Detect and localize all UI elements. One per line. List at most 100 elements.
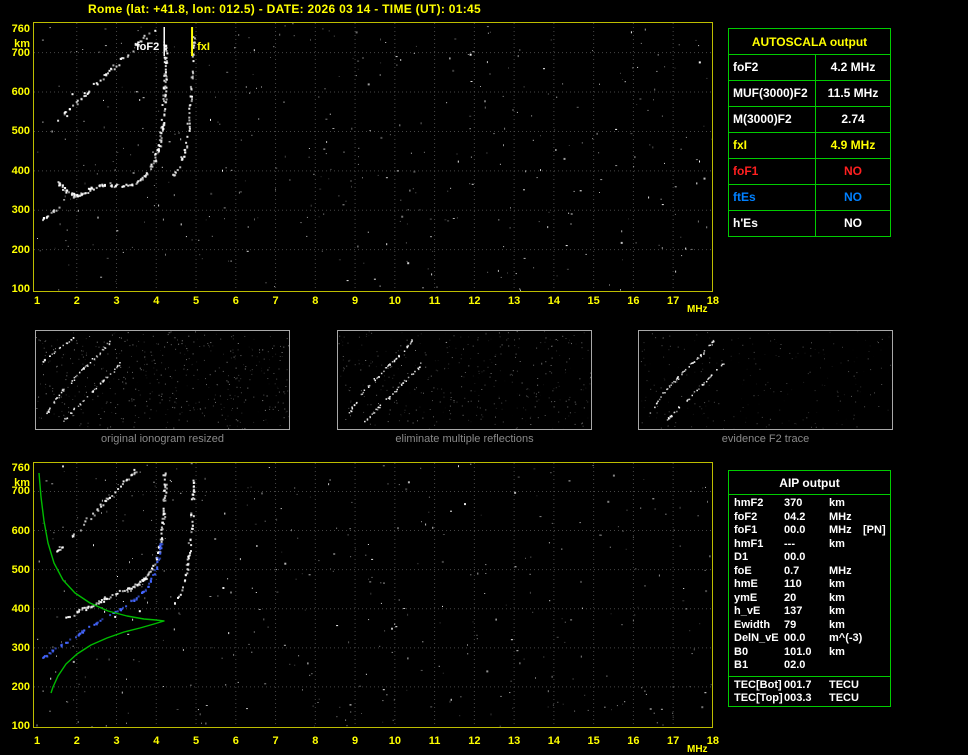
autoscala-param-label: M(3000)F2 — [729, 107, 816, 132]
aip-param-label: B1 — [734, 659, 749, 671]
aip-param-label: DelN_vE — [734, 632, 779, 644]
x-axis-tick: 12 — [468, 735, 481, 747]
autoscala-param-label: ftEs — [729, 185, 816, 210]
x-axis-tick: 14 — [547, 295, 560, 307]
x-axis-tick: 14 — [547, 735, 560, 747]
autoscala-param-value: NO — [844, 216, 862, 230]
x-axis-tick: 11 — [428, 735, 441, 747]
aip-row: foF2 04.2 MHz — [729, 511, 890, 525]
aip-row: foE 0.7 MHz — [729, 565, 890, 579]
aip-row: Ewidth 79 km — [729, 619, 890, 633]
aip-param-value: 02.0 — [784, 659, 806, 671]
thumbnail-evidence-f2 — [638, 330, 893, 430]
aip-param-label: hmF2 — [734, 497, 764, 509]
aip-row: ymE 20 km — [729, 592, 890, 606]
aip-param-unit: TECU — [829, 692, 859, 704]
y-axis-tick: 100 — [11, 283, 30, 295]
x-axis-tick: 15 — [587, 735, 600, 747]
y-axis-tick: 100 — [11, 720, 30, 732]
aip-param-value: 04.2 — [784, 510, 806, 523]
aip-param-label: foE — [734, 564, 752, 577]
thumbnail-caption-eliminate: eliminate multiple reflections — [395, 433, 534, 445]
x-axis-tick: 4 — [153, 735, 160, 747]
aip-row: B0 101.0 km — [729, 646, 890, 660]
autoscala-panel: AUTOSCALA output foF2 4.2 MHz MUF(3000)F2 1… — [728, 28, 891, 237]
x-axis-tick: 1 — [33, 295, 41, 307]
x-axis-tick: 5 — [192, 295, 200, 307]
aip-param-unit — [829, 551, 863, 565]
y-axis-tick: 500 — [11, 125, 30, 138]
y-axis-tick: 600 — [11, 86, 30, 99]
x-axis-tick: 16 — [627, 295, 640, 307]
aip-param-value: 79 — [784, 618, 797, 631]
page-title: Rome (lat: +41.8, lon: 012.5) - DATE: 20… — [88, 2, 481, 16]
aip-param-unit: km — [829, 618, 845, 631]
y-axis-tick: 600 — [11, 524, 30, 537]
aip-param-label: hmE — [734, 578, 758, 590]
autoscala-row: foF1 NO — [729, 159, 890, 185]
aip-param-value: 370 — [784, 497, 803, 509]
aip-row: DelN_vE 00.0 m^(-3) — [729, 632, 890, 646]
y-axis-tick: 300 — [11, 641, 30, 654]
aip-param-label: foF2 — [734, 510, 758, 523]
aip-row: B1 02.0 — [729, 659, 890, 673]
x-axis-tick: 5 — [192, 735, 200, 747]
y-axis-tick: 760 — [11, 462, 30, 474]
aip-param-unit: TECU — [829, 678, 859, 691]
aip-tec-rows: TEC[Bot] 001.7 TECU TEC[Top] 003.3 TECU — [729, 675, 890, 706]
aip-param-value: 101.0 — [784, 645, 812, 658]
aip-param-value: 001.7 — [784, 678, 812, 691]
aip-param-unit: km — [829, 591, 845, 604]
ionogram-profile-plot — [33, 462, 713, 728]
x-axis-tick: 1 — [33, 735, 41, 747]
x-axis-tick: 13 — [507, 735, 521, 747]
thumbnail-original-canvas — [36, 331, 289, 429]
aip-param-unit: km — [829, 645, 845, 658]
x-axis-tick: 2 — [73, 295, 80, 307]
y-axis-tick: 500 — [11, 563, 30, 576]
aip-param-unit: km — [829, 605, 845, 617]
aip-param-label: B0 — [734, 645, 749, 658]
aip-param-label: ymE — [734, 591, 758, 604]
aip-param-value: 137 — [784, 605, 803, 617]
x-axis-unit: MHz — [687, 304, 708, 315]
autoscala-row: fxI 4.9 MHz — [729, 133, 890, 159]
x-axis-tick: 8 — [312, 735, 319, 747]
autoscala-header: AUTOSCALA output — [729, 29, 890, 55]
aip-param-unit: MHz — [829, 564, 852, 577]
aip-param-value: 00.0 — [784, 632, 806, 644]
y-axis-tick: 400 — [11, 164, 30, 177]
aip-param-unit: MHz — [829, 510, 852, 523]
x-axis-tick: 13 — [507, 295, 521, 307]
autoscala-row: M(3000)F2 2.74 — [729, 107, 890, 133]
x-axis-tick: 17 — [667, 735, 680, 747]
aip-param-label: h_vE — [734, 605, 761, 617]
x-axis-tick: 15 — [587, 295, 600, 307]
aip-param-value: 20 — [784, 591, 797, 604]
aip-header: AIP output — [729, 471, 890, 495]
ionogram-main-canvas: foF2 fxI — [34, 23, 712, 291]
thumbnail-caption-evidence: evidence F2 trace — [721, 433, 810, 445]
x-axis-tick: 2 — [73, 735, 80, 747]
x-axis-tick: 9 — [352, 735, 359, 747]
aip-param-value: 00.0 — [784, 551, 806, 563]
aip-param-unit: km — [829, 497, 845, 509]
aip-param-label: foF1 — [734, 524, 758, 536]
autoscala-param-value: 11.5 MHz — [827, 86, 879, 100]
aip-param-unit: km — [829, 578, 845, 590]
aip-row: D1 00.0 — [729, 551, 890, 565]
aip-row: hmF1 --- km — [729, 538, 890, 552]
x-axis-unit: MHz — [687, 744, 708, 755]
autoscala-param-label: foF1 — [729, 159, 816, 184]
autoscala-param-label: foF2 — [729, 55, 816, 80]
y-axis-tick: 200 — [11, 243, 30, 256]
thumbnail-eliminate-reflections — [337, 330, 592, 430]
page: { "title": "Rome (lat: +41.8, lon: 012.5… — [0, 0, 968, 755]
autoscala-row: ftEs NO — [729, 185, 890, 211]
x-axis-tick: 11 — [428, 295, 441, 307]
aip-param-unit — [829, 659, 863, 673]
aip-param-label: D1 — [734, 551, 749, 563]
aip-param-flag: [PN] — [863, 524, 886, 536]
autoscala-param-value: 4.9 MHz — [830, 138, 876, 152]
aip-rows: hmF2 370 km foF2 04.2 MHz foF1 00.0 MHz [PN] hmF1 -… — [729, 495, 890, 673]
